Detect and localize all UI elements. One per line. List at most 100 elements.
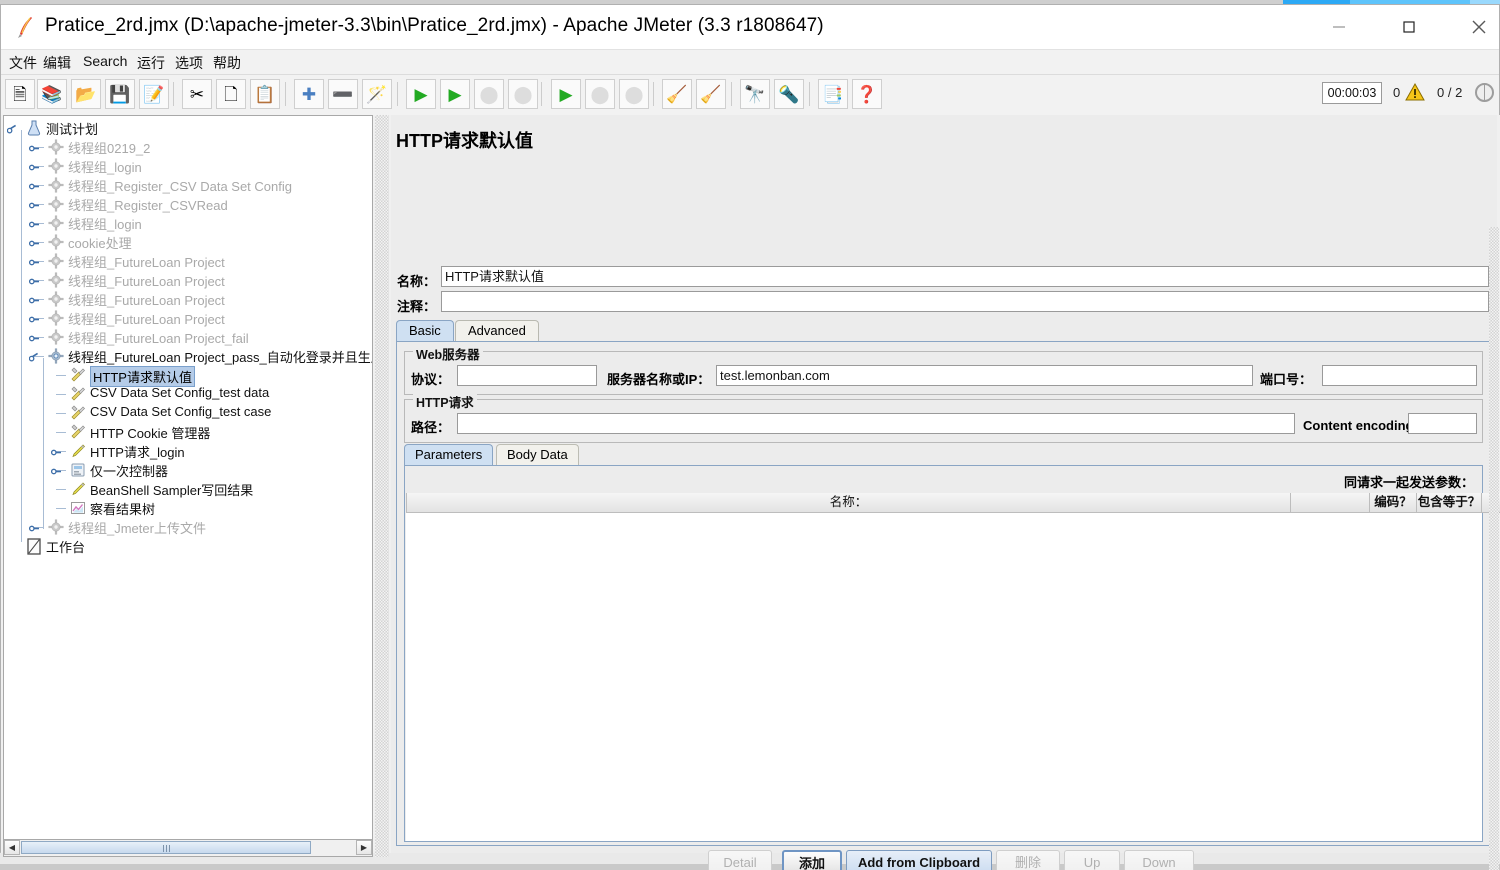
test-plan-tree-panel[interactable]: 测试计划线程组0219_2线程组_login线程组_Register_CSV D… bbox=[3, 115, 373, 840]
maximize-button[interactable] bbox=[1374, 5, 1444, 49]
tree-node[interactable]: BeanShell Sampler写回结果 bbox=[4, 479, 372, 498]
tree-node[interactable]: 线程组0219_2 bbox=[4, 137, 372, 156]
editor-tabs: Basic Advanced bbox=[396, 320, 1491, 342]
column-header-encode[interactable]: 编码？ bbox=[1369, 493, 1417, 513]
tree-horizontal-scrollbar[interactable]: ◀ ▶ bbox=[3, 840, 373, 857]
tree-expand-handle-icon[interactable] bbox=[29, 294, 40, 305]
scroll-left-arrow[interactable]: ◀ bbox=[4, 840, 20, 855]
shutdown-button[interactable]: ⬤ bbox=[508, 79, 538, 109]
templates-button[interactable]: 📚 bbox=[37, 79, 67, 109]
tree-node[interactable]: 线程组_Jmeter上传文件 bbox=[4, 517, 372, 536]
tab-parameters[interactable]: Parameters bbox=[404, 444, 493, 465]
stop-button[interactable]: ⬤ bbox=[474, 79, 504, 109]
menu-item-3[interactable]: 运行 bbox=[135, 53, 167, 73]
jmeter-main-window: Pratice_2rd.jmx (D:\apache-jmeter-3.3\bi… bbox=[0, 4, 1500, 852]
remote-shutdown-all-button[interactable]: ⬤ bbox=[619, 79, 649, 109]
reset-search-button[interactable]: 🔦 bbox=[774, 79, 804, 109]
column-header-name[interactable]: 名称： bbox=[406, 493, 1291, 513]
column-header-include-equals[interactable]: 包含等于？ bbox=[1417, 493, 1482, 513]
paste-button[interactable]: 📋 bbox=[250, 79, 280, 109]
save-as-button[interactable]: 📝 bbox=[139, 79, 169, 109]
menu-item-1[interactable]: 编辑 bbox=[41, 53, 73, 73]
tree-expand-handle-icon[interactable] bbox=[29, 237, 40, 248]
tree-expand-handle-icon[interactable] bbox=[29, 142, 40, 153]
warning-triangle-icon[interactable] bbox=[1405, 82, 1425, 102]
tree-expand-handle-icon[interactable] bbox=[51, 446, 62, 457]
tree-node[interactable]: cookie处理 bbox=[4, 232, 372, 251]
tree-node[interactable]: 线程组_FutureLoan Project_fail bbox=[4, 327, 372, 346]
save-button[interactable]: 💾 bbox=[105, 79, 135, 109]
param-button-add-from-clipboard[interactable]: Add from Clipboard bbox=[846, 850, 992, 870]
tree-expand-handle-icon[interactable] bbox=[51, 465, 62, 476]
copy-icon: 🗋 bbox=[224, 86, 238, 103]
tree-expand-handle-icon[interactable] bbox=[29, 313, 40, 324]
tab-basic[interactable]: Basic bbox=[396, 320, 454, 341]
scroll-thumb[interactable] bbox=[21, 841, 311, 854]
remote-stop-all-button[interactable]: ⬤ bbox=[585, 79, 615, 109]
tree-node[interactable]: CSV Data Set Config_test data bbox=[4, 384, 372, 403]
tab-body-data[interactable]: Body Data bbox=[496, 444, 579, 465]
tree-node[interactable]: 线程组_FutureLoan Project bbox=[4, 289, 372, 308]
tree-node[interactable]: 测试计划 bbox=[4, 118, 372, 137]
tree-node[interactable]: 仅一次控制器 bbox=[4, 460, 372, 479]
clear-button[interactable]: 🧹 bbox=[662, 79, 692, 109]
tree-expand-handle-icon[interactable] bbox=[29, 180, 40, 191]
menu-item-0[interactable]: 文件 bbox=[7, 53, 39, 73]
tree-node[interactable]: 线程组_FutureLoan Project bbox=[4, 251, 372, 270]
tree-node[interactable]: CSV Data Set Config_test case bbox=[4, 403, 372, 422]
tree-node[interactable]: 线程组_FutureLoan Project bbox=[4, 270, 372, 289]
copy-button[interactable]: 🗋 bbox=[216, 79, 246, 109]
expand-all-button[interactable]: ✚ bbox=[294, 79, 324, 109]
tree-node[interactable]: 线程组_FutureLoan Project_pass_自动化登录并且生成测 bbox=[4, 346, 372, 365]
clear-all-button[interactable]: 🧹 bbox=[696, 79, 726, 109]
menu-item-4[interactable]: 选项 bbox=[173, 53, 205, 73]
search-button[interactable]: 🔭 bbox=[740, 79, 770, 109]
cut-button[interactable]: ✂ bbox=[182, 79, 212, 109]
tree-node[interactable]: 线程组_FutureLoan Project bbox=[4, 308, 372, 327]
content-encoding-input[interactable] bbox=[1408, 413, 1477, 434]
tree-expand-handle-icon[interactable] bbox=[29, 275, 40, 286]
tree-expand-handle-icon[interactable] bbox=[29, 256, 40, 267]
tree-node[interactable]: 线程组_login bbox=[4, 213, 372, 232]
parameters-table-body[interactable] bbox=[406, 513, 1482, 841]
start-no-pause-button[interactable]: ▶ bbox=[440, 79, 470, 109]
tree-node[interactable]: HTTP请求_login bbox=[4, 441, 372, 460]
tree-node[interactable]: 工作台 bbox=[4, 536, 372, 555]
tab-advanced[interactable]: Advanced bbox=[455, 320, 539, 341]
function-helper-button[interactable]: 📑 bbox=[818, 79, 848, 109]
scroll-right-arrow[interactable]: ▶ bbox=[356, 840, 372, 855]
name-input[interactable]: HTTP请求默认值 bbox=[441, 266, 1489, 287]
protocol-input[interactable] bbox=[457, 365, 597, 386]
tree-collapse-handle-icon[interactable] bbox=[7, 123, 18, 134]
tree-expand-handle-icon[interactable] bbox=[29, 218, 40, 229]
close-button[interactable] bbox=[1444, 5, 1500, 49]
tree-node[interactable]: HTTP请求默认值 bbox=[4, 365, 372, 384]
remote-start-all-button[interactable]: ▶ bbox=[551, 79, 581, 109]
tree-node[interactable]: 线程组_Register_CSV Data Set Config bbox=[4, 175, 372, 194]
test-plan-tree[interactable]: 测试计划线程组0219_2线程组_login线程组_Register_CSV D… bbox=[4, 118, 372, 555]
menu-item-2[interactable]: Search bbox=[81, 53, 129, 69]
menu-item-5[interactable]: 帮助 bbox=[211, 53, 243, 73]
param-button-添加[interactable]: 添加 bbox=[782, 850, 842, 870]
tree-node[interactable]: 线程组_Register_CSVRead bbox=[4, 194, 372, 213]
open-button[interactable]: 📂 bbox=[71, 79, 101, 109]
collapse-all-button[interactable]: ➖ bbox=[328, 79, 358, 109]
tree-expand-handle-icon[interactable] bbox=[29, 332, 40, 343]
start-button[interactable]: ▶ bbox=[406, 79, 436, 109]
new-button[interactable]: 🗎 bbox=[5, 79, 35, 109]
port-input[interactable] bbox=[1322, 365, 1477, 386]
tree-collapse-handle-icon[interactable] bbox=[29, 351, 40, 362]
tree-node[interactable]: 线程组_login bbox=[4, 156, 372, 175]
tree-node[interactable]: 察看结果树 bbox=[4, 498, 372, 517]
server-name-input[interactable]: test.lemonban.com bbox=[716, 365, 1253, 386]
help-button[interactable]: ❓ bbox=[852, 79, 882, 109]
toggle-button[interactable]: 🪄 bbox=[362, 79, 392, 109]
tree-expand-handle-icon[interactable] bbox=[29, 161, 40, 172]
path-input[interactable] bbox=[457, 413, 1295, 434]
tree-node[interactable]: HTTP Cookie 管理器 bbox=[4, 422, 372, 441]
minimize-button[interactable] bbox=[1304, 5, 1374, 49]
tree-expand-handle-icon[interactable] bbox=[29, 199, 40, 210]
comment-input[interactable] bbox=[441, 291, 1489, 312]
panel-splitter[interactable] bbox=[375, 115, 389, 857]
tree-expand-handle-icon[interactable] bbox=[29, 522, 40, 533]
